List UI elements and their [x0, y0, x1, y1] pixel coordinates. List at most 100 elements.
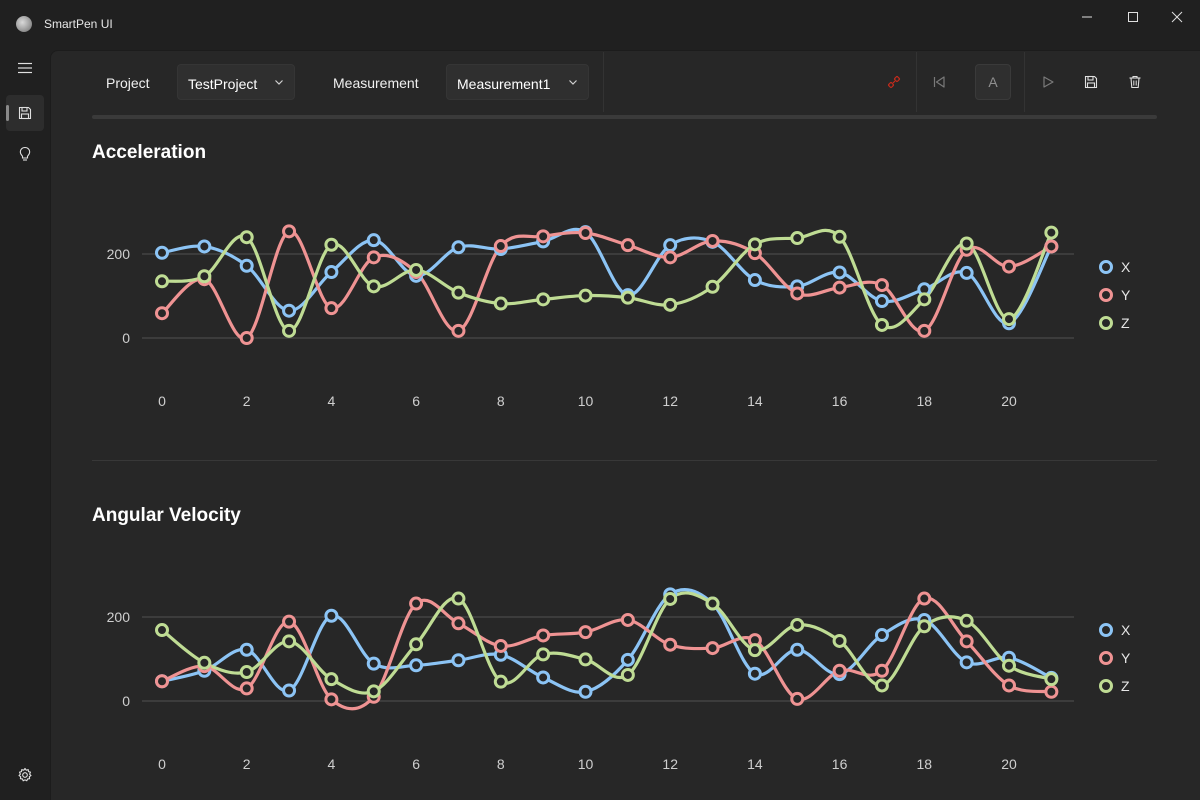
data-point-x[interactable] [874, 294, 889, 309]
data-point-y[interactable] [155, 674, 169, 689]
data-point-z[interactable] [1044, 225, 1059, 240]
data-point-y[interactable] [409, 596, 424, 611]
connect-button[interactable] [876, 64, 912, 100]
nav-item-recordings[interactable] [6, 95, 44, 131]
data-point-z[interactable] [409, 637, 424, 652]
data-point-z[interactable] [747, 643, 762, 658]
data-point-x[interactable] [959, 655, 974, 670]
menu-toggle-button[interactable] [6, 50, 44, 86]
data-point-y[interactable] [239, 331, 254, 345]
data-point-z[interactable] [1002, 658, 1016, 673]
data-point-y[interactable] [705, 641, 720, 656]
data-point-z[interactable] [959, 236, 974, 251]
data-point-z[interactable] [663, 591, 678, 606]
data-point-z[interactable] [282, 323, 297, 338]
data-point-z[interactable] [705, 596, 720, 611]
data-point-z[interactable] [578, 652, 593, 667]
data-point-z[interactable] [197, 655, 212, 670]
data-point-z[interactable] [663, 297, 678, 312]
data-point-z[interactable] [324, 237, 339, 252]
data-point-z[interactable] [493, 296, 508, 311]
data-point-y[interactable] [451, 323, 466, 338]
data-point-z[interactable] [578, 288, 593, 303]
data-point-y[interactable] [578, 625, 593, 640]
data-point-x[interactable] [536, 670, 551, 685]
data-point-y[interactable] [493, 239, 508, 254]
data-point-x[interactable] [366, 233, 381, 248]
data-point-x[interactable] [620, 652, 635, 667]
data-point-x[interactable] [239, 258, 254, 273]
data-point-x[interactable] [451, 240, 466, 255]
data-point-y[interactable] [874, 663, 889, 678]
data-point-y[interactable] [1002, 678, 1016, 693]
data-point-z[interactable] [874, 317, 889, 332]
data-point-y[interactable] [536, 229, 551, 244]
data-point-y[interactable] [874, 278, 889, 293]
data-point-z[interactable] [1044, 672, 1059, 687]
data-point-z[interactable] [197, 269, 212, 284]
data-point-z[interactable] [409, 262, 424, 277]
data-point-z[interactable] [536, 292, 551, 307]
data-point-z[interactable] [620, 667, 635, 682]
data-point-z[interactable] [790, 231, 805, 246]
data-point-z[interactable] [705, 279, 720, 294]
data-point-z[interactable] [620, 290, 635, 305]
data-point-x[interactable] [366, 656, 381, 671]
data-point-z[interactable] [917, 619, 932, 634]
data-point-z[interactable] [959, 613, 974, 628]
data-point-z[interactable] [451, 285, 466, 300]
data-point-x[interactable] [282, 683, 297, 698]
close-button[interactable] [1154, 0, 1200, 34]
project-combobox[interactable]: TestProject [177, 64, 295, 100]
data-point-z[interactable] [1002, 312, 1016, 327]
data-point-x[interactable] [324, 608, 339, 623]
data-point-z[interactable] [366, 279, 381, 294]
data-point-y[interactable] [493, 638, 508, 653]
data-point-x[interactable] [239, 642, 254, 657]
data-point-x[interactable] [578, 684, 593, 699]
data-point-y[interactable] [366, 250, 381, 265]
data-point-x[interactable] [747, 273, 762, 288]
data-point-z[interactable] [282, 634, 297, 649]
data-point-y[interactable] [239, 681, 254, 696]
data-point-x[interactable] [790, 642, 805, 657]
delete-button[interactable] [1117, 64, 1153, 100]
minimize-button[interactable] [1064, 0, 1110, 34]
data-point-y[interactable] [917, 591, 932, 606]
data-point-x[interactable] [663, 238, 678, 253]
nav-item-insights[interactable] [6, 136, 44, 172]
maximize-button[interactable] [1110, 0, 1156, 34]
data-point-y[interactable] [663, 250, 678, 265]
data-point-z[interactable] [747, 237, 762, 252]
data-point-y[interactable] [620, 612, 635, 627]
data-point-y[interactable] [705, 233, 720, 248]
measurement-combobox[interactable]: Measurement1 [446, 64, 589, 100]
data-point-y[interactable] [155, 306, 169, 321]
data-point-y[interactable] [536, 628, 551, 643]
data-point-y[interactable] [1044, 684, 1059, 699]
data-point-y[interactable] [324, 692, 339, 707]
data-point-x[interactable] [197, 239, 212, 254]
data-point-y[interactable] [282, 224, 297, 239]
data-point-z[interactable] [874, 678, 889, 693]
data-point-z[interactable] [451, 591, 466, 606]
data-point-z[interactable] [832, 229, 847, 244]
skip-to-start-button[interactable] [921, 64, 957, 100]
data-point-z[interactable] [832, 633, 847, 648]
settings-button[interactable] [6, 757, 44, 793]
data-point-x[interactable] [747, 666, 762, 681]
data-point-y[interactable] [578, 226, 593, 240]
data-point-z[interactable] [155, 623, 169, 638]
data-point-y[interactable] [282, 614, 297, 629]
data-point-y[interactable] [451, 616, 466, 631]
data-point-y[interactable] [1044, 239, 1059, 254]
data-point-x[interactable] [451, 653, 466, 668]
data-point-y[interactable] [790, 691, 805, 706]
data-point-z[interactable] [790, 617, 805, 632]
data-point-y[interactable] [663, 637, 678, 652]
data-point-z[interactable] [239, 230, 254, 245]
data-point-y[interactable] [620, 238, 635, 253]
data-point-z[interactable] [239, 665, 254, 680]
data-point-x[interactable] [959, 265, 974, 280]
auto-mode-button[interactable]: A [975, 64, 1011, 100]
